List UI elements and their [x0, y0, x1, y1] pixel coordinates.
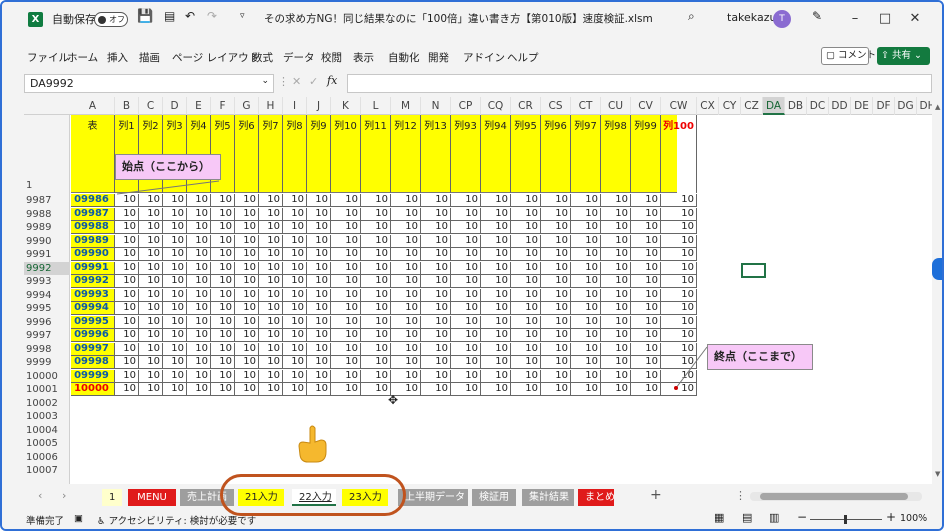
more-icon[interactable]: ⋮: [735, 489, 746, 502]
undo-icon[interactable]: ↶: [185, 9, 195, 23]
status-bar: 準備完了 ▣ ♿ アクセシビリティ: 検討が必要です ▦ ▤ ▥ − + 100…: [2, 508, 942, 529]
start-connector-line: [116, 180, 220, 195]
tab-view[interactable]: 表示: [353, 50, 374, 65]
sheet-tab[interactable]: MENU: [128, 489, 176, 506]
share-label: 共有: [892, 50, 912, 61]
save-icon[interactable]: 💾: [137, 9, 153, 24]
cursor-icon: ✥: [388, 393, 399, 407]
vertical-scrollbar[interactable]: ▲ ▼: [933, 97, 942, 484]
scroll-up-icon[interactable]: ▲: [935, 103, 940, 111]
customize-qat-icon[interactable]: ▿: [240, 11, 245, 21]
horizontal-scrollbar[interactable]: [750, 492, 922, 501]
document-title[interactable]: その求め方NG！同じ結果なのに「100倍」違い書き方【第010版】速度検証.xl…: [264, 11, 653, 26]
share-icon: ⇪: [881, 50, 889, 61]
tab-data[interactable]: データ: [283, 50, 315, 65]
zoom-level[interactable]: 100%: [900, 513, 927, 524]
scrollbar-thumb[interactable]: [760, 493, 908, 500]
prev-sheet-icon[interactable]: ‹: [38, 489, 42, 502]
tab-review[interactable]: 校閲: [321, 50, 342, 65]
end-connector-line: [675, 346, 708, 389]
tab-page-layout[interactable]: ページ レイアウト: [172, 50, 259, 65]
excel-logo-icon: X: [28, 12, 43, 27]
sheet-tab[interactable]: 上半期データ: [398, 489, 468, 506]
tab-formulas[interactable]: 数式: [252, 50, 273, 65]
enter-icon[interactable]: ✓: [309, 75, 318, 88]
user-name[interactable]: takekazu: [727, 11, 776, 24]
scroll-down-icon[interactable]: ▼: [935, 470, 940, 478]
sheet-tab[interactable]: 検証用: [472, 489, 516, 506]
zoom-in-icon[interactable]: +: [886, 510, 896, 524]
next-sheet-icon[interactable]: ›: [62, 489, 66, 502]
end-marker: [674, 386, 678, 390]
cancel-icon[interactable]: ✕: [292, 75, 301, 88]
start-callout[interactable]: 始点（ここから）: [115, 154, 221, 180]
tab-help[interactable]: ヘルプ: [507, 50, 539, 65]
sheet-tab[interactable]: 1: [102, 489, 122, 506]
tab-addins[interactable]: アドイン: [463, 50, 505, 65]
share-button[interactable]: ⇪ 共有 ⌄: [877, 47, 930, 65]
zoom-out-icon[interactable]: −: [797, 510, 807, 524]
add-sheet-icon[interactable]: +: [650, 487, 662, 503]
comment-button[interactable]: ▢ コメント: [821, 47, 876, 65]
worksheet-grid[interactable]: A B C D E F G H I J K L M N CP CQ CR CS CT CU CV CW CX CY CZ DA DB…: [24, 97, 932, 484]
comment-icon: ▢: [826, 50, 835, 61]
name-box-value: DA9992: [30, 77, 74, 90]
sheet-tab[interactable]: まとめ: [578, 489, 615, 506]
avatar[interactable]: T: [773, 10, 791, 28]
comment-label: コメント: [838, 50, 877, 61]
ready-status: 準備完了: [26, 516, 65, 527]
close-icon[interactable]: ✕: [904, 8, 926, 30]
pointing-hand-icon: [298, 425, 327, 463]
tab-home[interactable]: ホーム: [67, 50, 98, 65]
tab-automate[interactable]: 自動化: [388, 50, 420, 65]
sheet-tab[interactable]: 22入力: [292, 489, 336, 506]
autosave-toggle[interactable]: オフ: [94, 12, 128, 27]
tab-insert[interactable]: 挿入: [107, 50, 128, 65]
search-icon[interactable]: ⌕: [688, 9, 695, 24]
title-bar: X 自動保存 オフ 💾 ▤ ↶ ↷ ▿ その求め方NG！同じ結果なのに「100倍…: [2, 2, 942, 36]
minimize-icon[interactable]: –: [844, 8, 866, 30]
autosave-label: 自動保存: [52, 13, 96, 26]
page-break-view-icon[interactable]: ▥: [769, 511, 779, 524]
ribbon-tabs: ファイル ホーム 挿入 描画 ページ レイアウト 数式 データ 校閲 表示 自動…: [2, 36, 942, 68]
form-icon[interactable]: ▤: [164, 9, 175, 23]
accessibility-status[interactable]: ♿ アクセシビリティ: 検討が必要です: [97, 513, 256, 527]
name-box[interactable]: DA9992 ⌄: [24, 74, 274, 93]
macro-record-icon[interactable]: ▣: [74, 513, 83, 524]
redo-icon[interactable]: ↷: [207, 9, 217, 23]
tab-developer[interactable]: 開発: [428, 50, 449, 65]
sheet-tab[interactable]: 23入力: [342, 489, 388, 506]
zoom-slider[interactable]: [810, 515, 882, 524]
tab-draw[interactable]: 描画: [139, 50, 160, 65]
fx-icon[interactable]: fx: [327, 74, 337, 87]
sheet-tab[interactable]: 売上計画: [180, 489, 234, 506]
tab-file[interactable]: ファイル: [27, 50, 69, 65]
zoom-slider-thumb[interactable]: [844, 515, 847, 524]
normal-view-icon[interactable]: ▦: [714, 511, 724, 524]
chevron-down-icon: ⌄: [914, 50, 923, 61]
chevron-down-icon[interactable]: ⌄: [261, 76, 269, 86]
formula-bar: DA9992 ⌄ ⋮ ✕ ✓ fx: [2, 72, 942, 94]
sheet-tab-bar: ‹ › 1 MENU 売上計画 21入力 22入力 23入力 上半期データ 検証用 集計結果 まと…: [2, 486, 942, 508]
accessibility-icon: ♿: [97, 516, 106, 527]
pen-icon[interactable]: ✎: [812, 9, 822, 23]
excel-window: X 自動保存 オフ 💾 ▤ ↶ ↷ ▿ その求め方NG！同じ結果なのに「100倍…: [0, 0, 944, 531]
side-panel-toggle[interactable]: [932, 258, 942, 280]
maximize-icon[interactable]: □: [874, 8, 896, 30]
sheet-tab[interactable]: 集計結果: [522, 489, 574, 506]
sheet-tab[interactable]: 21入力: [238, 489, 284, 506]
more-icon: ⋮: [278, 75, 289, 88]
page-layout-view-icon[interactable]: ▤: [742, 511, 752, 524]
formula-input[interactable]: [347, 74, 932, 93]
accessibility-label: アクセシビリティ: 検討が必要です: [108, 516, 257, 527]
end-callout[interactable]: 終点（ここまで）: [707, 344, 813, 370]
